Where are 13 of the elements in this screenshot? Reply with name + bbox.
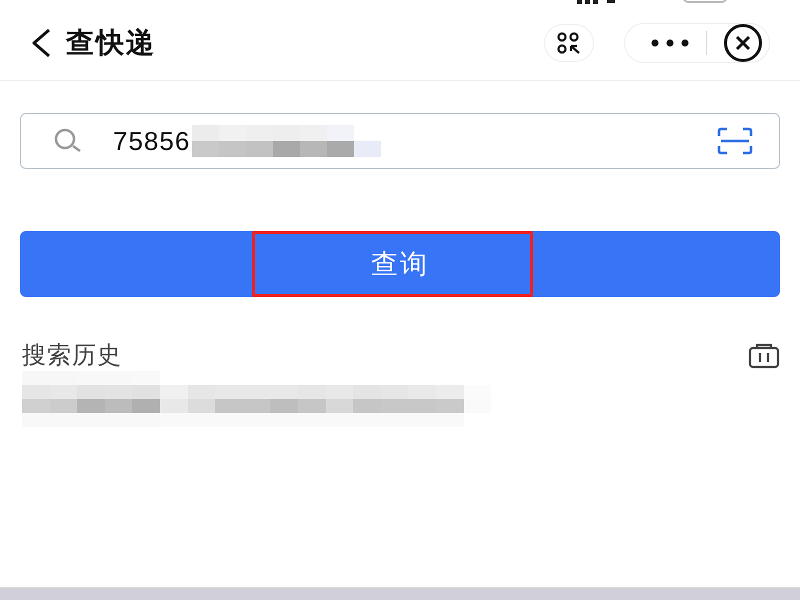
back-icon[interactable]: [30, 28, 52, 58]
share-button[interactable]: [544, 24, 594, 62]
history-title: 搜索历史: [22, 344, 122, 368]
query-button[interactable]: 查询: [20, 231, 780, 297]
page-title: 查快递: [66, 29, 156, 57]
battery-icon: [683, 0, 727, 4]
scan-icon[interactable]: [717, 127, 753, 155]
search-field[interactable]: 75856: [20, 113, 780, 169]
more-icon[interactable]: [651, 39, 689, 47]
circles-arrow-icon: [557, 32, 581, 54]
trash-icon[interactable]: [748, 343, 780, 369]
close-icon[interactable]: [723, 23, 763, 63]
signal-icon: [577, 0, 617, 4]
